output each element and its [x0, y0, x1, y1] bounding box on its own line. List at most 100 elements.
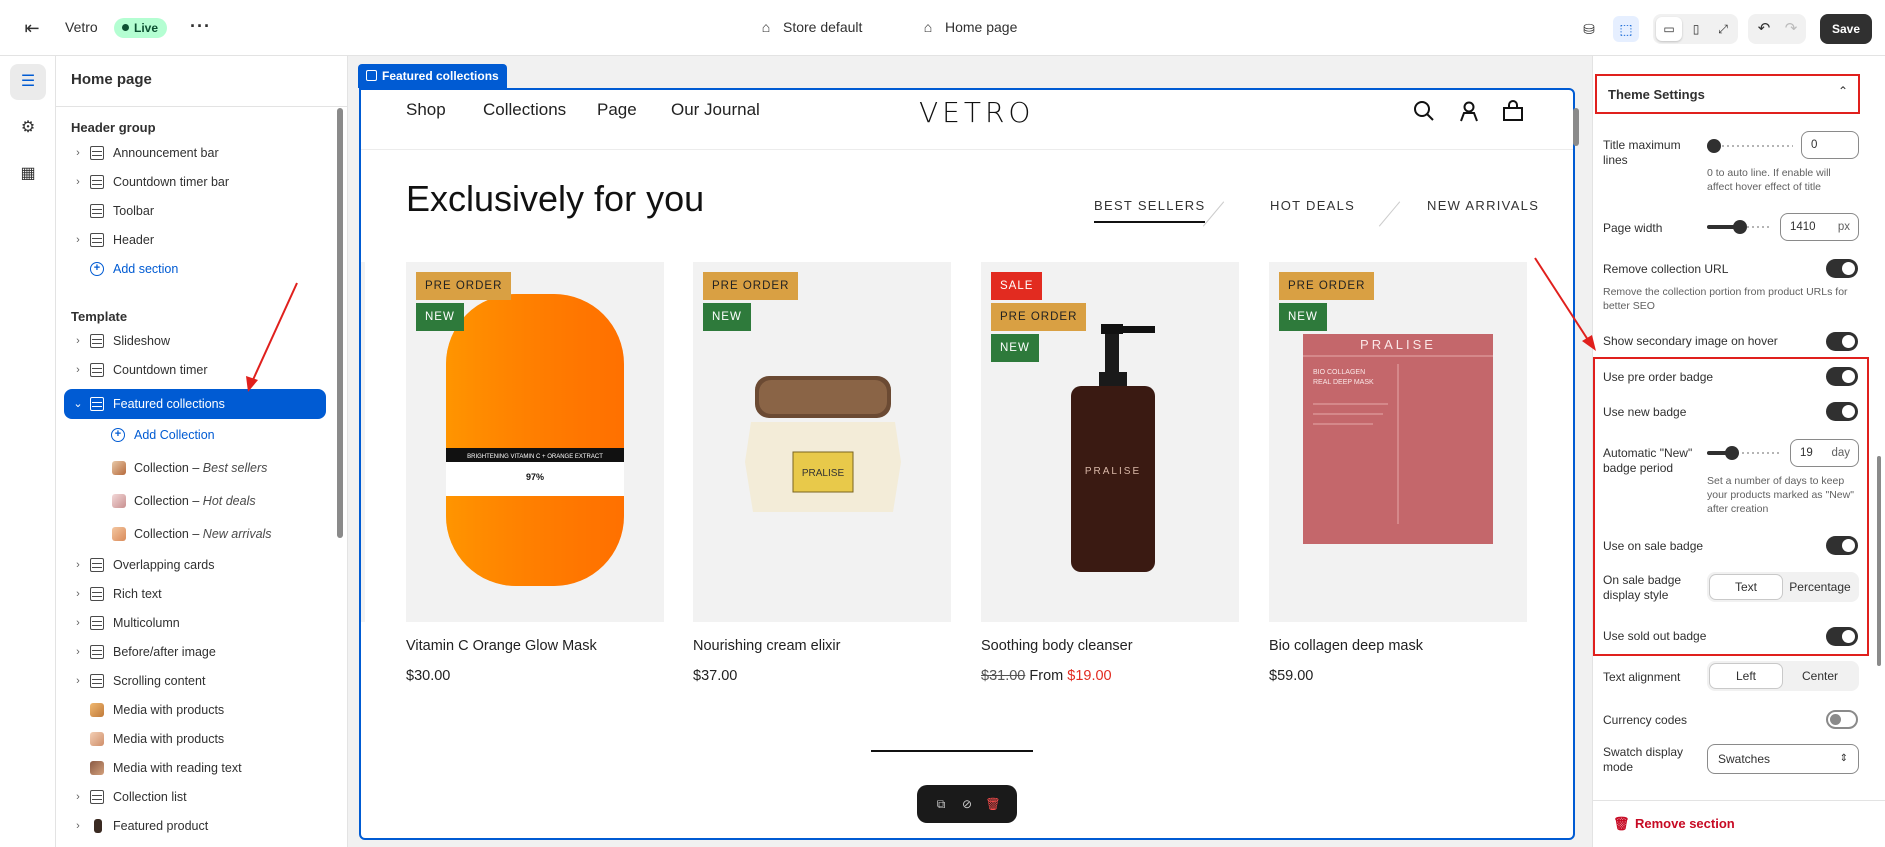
- tab-new-arrivals[interactable]: NEW ARRIVALS: [1427, 198, 1539, 213]
- cart-icon[interactable]: [1502, 100, 1524, 122]
- redo-icon[interactable]: ↷: [1778, 19, 1804, 37]
- exit-icon[interactable]: ⇤: [20, 16, 44, 40]
- secondary-image-toggle[interactable]: [1826, 332, 1858, 351]
- sidebar-item-slideshow[interactable]: › Slideshow: [64, 328, 326, 354]
- more-actions-button[interactable]: ···: [190, 16, 211, 37]
- remove-section-button[interactable]: 🗑 Remove section: [1613, 816, 1735, 832]
- sidebar-item-multicolumn[interactable]: › Multicolumn: [64, 610, 326, 636]
- theme-context-selector[interactable]: ⌂ Store default: [757, 19, 863, 35]
- store-logo[interactable]: VETRO: [919, 96, 1034, 129]
- chevron-right-icon[interactable]: ›: [72, 140, 84, 166]
- sale-badge: SALE: [991, 272, 1043, 300]
- product-name[interactable]: Vitamin C Orange Glow Mask: [406, 638, 597, 654]
- storefront-header: Shop Collections Page Our Journal VETRO: [361, 90, 1573, 150]
- align-left-option[interactable]: Left: [1710, 664, 1782, 688]
- page-width-slider[interactable]: [1707, 219, 1772, 235]
- nav-link-page[interactable]: Page: [597, 100, 637, 120]
- sidebar-item-featured-product[interactable]: › Featured product: [64, 813, 326, 839]
- sidebar-item-rich-text[interactable]: › Rich text: [64, 581, 326, 607]
- sidebar-item-media-with-products[interactable]: Media with products: [64, 697, 326, 723]
- duplicate-icon[interactable]: ⧉: [932, 795, 950, 813]
- sidebar-item-countdown-timer-bar[interactable]: › Countdown timer bar: [64, 169, 326, 195]
- mobile-icon[interactable]: ▯: [1683, 17, 1709, 41]
- chevron-right-icon[interactable]: ›: [72, 581, 84, 607]
- slider-knob[interactable]: [1707, 139, 1721, 153]
- product-card-image[interactable]: BRIGHTENING VITAMIN C + ORANGE EXTRACT 9…: [406, 262, 664, 622]
- block-collection-best-sellers[interactable]: Collection – Best sellers: [64, 455, 326, 481]
- product-card-image[interactable]: PRALISE SALE PRE ORDER NEW: [981, 262, 1239, 622]
- currency-codes-toggle[interactable]: [1826, 710, 1858, 729]
- sidebar-item-toolbar[interactable]: Toolbar: [64, 198, 326, 224]
- storefront-preview[interactable]: Shop Collections Page Our Journal VETRO …: [359, 88, 1575, 840]
- inspector-icon[interactable]: ⬚: [1613, 16, 1639, 42]
- product-name[interactable]: Bio collagen deep mask: [1269, 638, 1423, 654]
- block-collection-new-arrivals[interactable]: Collection – New arrivals: [64, 521, 326, 547]
- chevron-right-icon[interactable]: ›: [72, 328, 84, 354]
- desktop-icon[interactable]: ▭: [1656, 17, 1682, 41]
- page-selector[interactable]: ⌂ Home page: [919, 19, 1018, 35]
- sidebar-item-collection-list[interactable]: › Collection list: [64, 784, 326, 810]
- theme-settings-gear-icon[interactable]: ⚙: [10, 110, 46, 146]
- sidebar-item-scrolling-content[interactable]: › Scrolling content: [64, 668, 326, 694]
- tab-hot-deals[interactable]: HOT DEALS: [1270, 198, 1355, 213]
- block-collection-hot-deals[interactable]: Collection – Hot deals: [64, 488, 326, 514]
- product-name[interactable]: Nourishing cream elixir: [693, 638, 840, 654]
- product-image-cleanser-bottle: PRALISE: [1071, 324, 1155, 572]
- sidebar-item-featured-collections[interactable]: ⌄ Featured collections: [64, 389, 326, 419]
- hide-icon[interactable]: ⊘: [958, 795, 976, 813]
- delete-icon[interactable]: 🗑: [984, 795, 1002, 813]
- preview-scrollbar[interactable]: [1573, 108, 1579, 146]
- product-card-image[interactable]: PRALISE PRE ORDER NEW: [693, 262, 951, 622]
- add-section-label: Add section: [113, 262, 179, 276]
- chevron-right-icon[interactable]: ›: [72, 169, 84, 195]
- plus-circle-icon: +: [111, 428, 125, 442]
- tab-best-sellers[interactable]: BEST SELLERS: [1094, 198, 1206, 223]
- add-collection-button[interactable]: + Add Collection: [64, 422, 326, 448]
- chevron-right-icon[interactable]: ›: [72, 552, 84, 578]
- chevron-right-icon[interactable]: ›: [72, 227, 84, 253]
- add-section-header-button[interactable]: + Add section: [64, 256, 326, 282]
- settings-scrollbar[interactable]: [1877, 456, 1881, 666]
- save-button[interactable]: Save: [1820, 14, 1872, 44]
- sidebar-item-header[interactable]: › Header: [64, 227, 326, 253]
- title-max-lines-slider[interactable]: [1707, 138, 1793, 154]
- page-width-input[interactable]: 1410 px: [1780, 213, 1859, 241]
- sidebar-item-media-with-reading-text[interactable]: Media with reading text: [64, 755, 326, 781]
- sidebar-item-before-after-image[interactable]: › Before/after image: [64, 639, 326, 665]
- chevron-right-icon[interactable]: ›: [72, 784, 84, 810]
- align-center-option[interactable]: Center: [1784, 664, 1856, 688]
- nav-link-our-journal[interactable]: Our Journal: [671, 100, 760, 120]
- slider-knob[interactable]: [1732, 220, 1747, 234]
- sidebar-scrollbar[interactable]: [337, 108, 343, 538]
- search-icon[interactable]: [1413, 100, 1435, 122]
- sections-icon[interactable]: ☰: [10, 64, 46, 100]
- product-name[interactable]: Soothing body cleanser: [981, 638, 1133, 654]
- chevron-right-icon[interactable]: ›: [72, 357, 84, 383]
- pack-text: BRIGHTENING VITAMIN C + ORANGE EXTRACT: [467, 454, 603, 460]
- store-icon: ⌂: [761, 19, 771, 35]
- chevron-right-icon[interactable]: ›: [72, 610, 84, 636]
- chevron-right-icon[interactable]: ›: [72, 668, 84, 694]
- undo-icon[interactable]: ↶: [1751, 19, 1777, 37]
- product-card-image[interactable]: PRALISE BIO COLLAGEN REAL DEEP MASK PRE …: [1269, 262, 1527, 622]
- apps-icon[interactable]: ▦: [10, 156, 46, 192]
- sidebar-item-countdown-timer[interactable]: › Countdown timer: [64, 357, 326, 383]
- chevron-down-icon[interactable]: ⌄: [72, 389, 84, 419]
- chevron-right-icon[interactable]: ›: [72, 813, 84, 839]
- swatch-mode-select[interactable]: Swatches ⇕: [1707, 744, 1859, 774]
- chevron-right-icon[interactable]: ›: [72, 639, 84, 665]
- fullscreen-icon[interactable]: ⤢: [1710, 17, 1736, 41]
- chevron-up-icon[interactable]: ⌃: [1838, 84, 1848, 98]
- remove-collection-url-toggle[interactable]: [1826, 259, 1858, 278]
- remove-collection-url-help: Remove the collection portion from produ…: [1603, 286, 1848, 312]
- nav-link-shop[interactable]: Shop: [406, 100, 446, 120]
- account-icon[interactable]: [1458, 100, 1480, 122]
- section-thumbnail: [90, 732, 104, 746]
- sidebar-item-overlapping-cards[interactable]: › Overlapping cards: [64, 552, 326, 578]
- title-max-lines-input[interactable]: 0: [1801, 131, 1859, 159]
- nav-link-collections[interactable]: Collections: [483, 100, 566, 120]
- theme-settings-header[interactable]: Theme Settings ⌃: [1595, 74, 1860, 114]
- sidebar-item-announcement-bar[interactable]: › Announcement bar: [64, 140, 326, 166]
- sidebar-item-media-with-products-2[interactable]: Media with products: [64, 726, 326, 752]
- app-embed-icon[interactable]: ⛁: [1576, 16, 1602, 42]
